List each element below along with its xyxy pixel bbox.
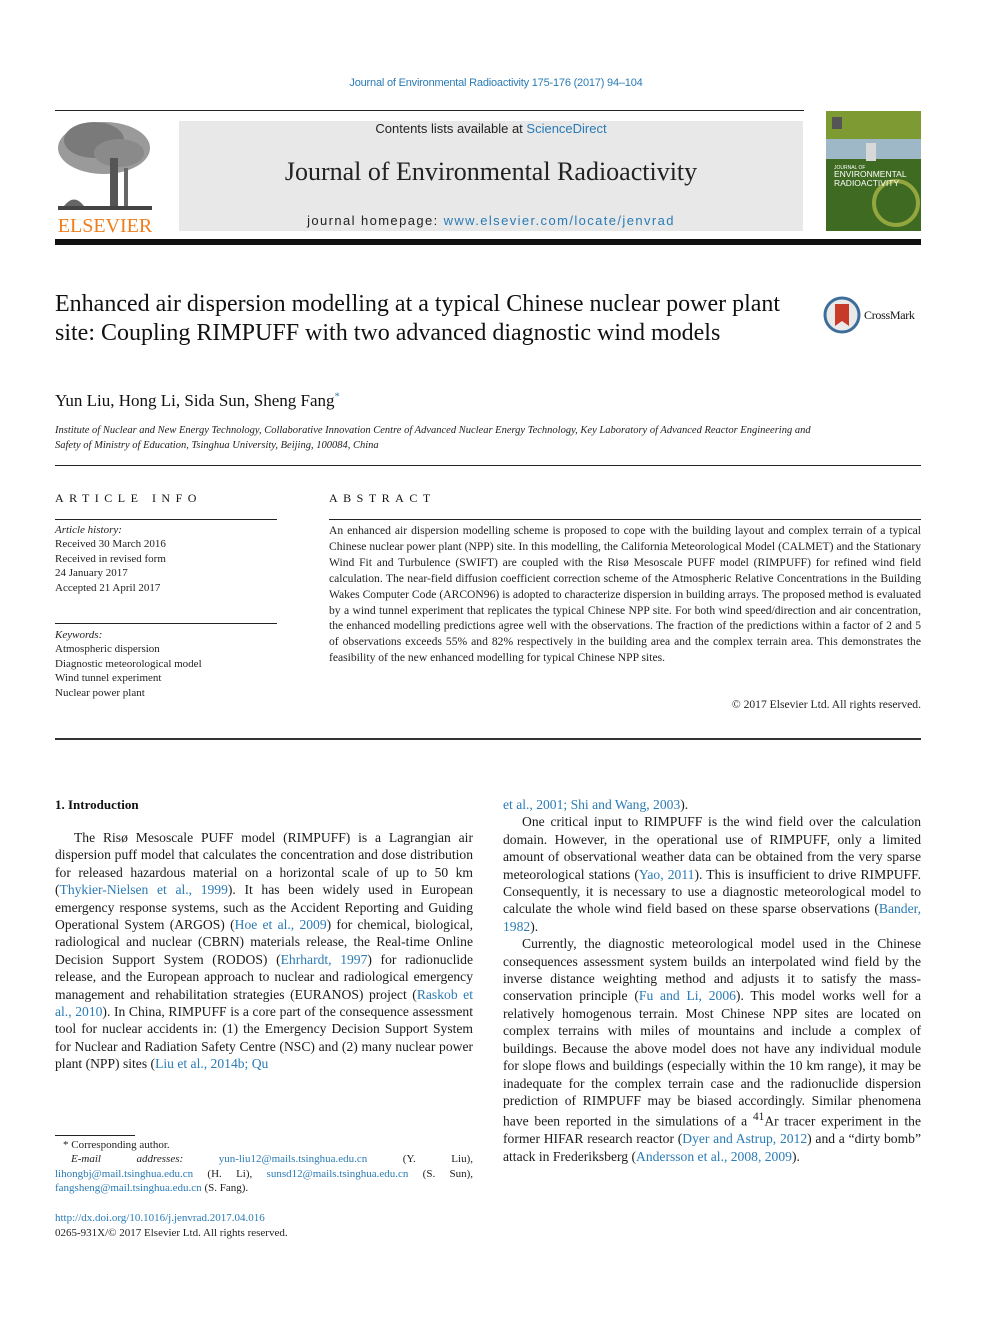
homepage-line: journal homepage: www.elsevier.com/locat…	[179, 213, 803, 228]
cover-title-line2: RADIOACTIVITY	[834, 178, 900, 188]
abstract-text: An enhanced air dispersion modelling sch…	[329, 524, 921, 665]
email-owner: (S. Fang).	[201, 1182, 249, 1195]
history-item: 24 January 2017	[55, 567, 128, 580]
issn-copyright: 0265-931X/© 2017 Elsevier Ltd. All right…	[55, 1226, 288, 1239]
journal-title: Journal of Environmental Radioactivity	[284, 157, 698, 186]
abstract-rule	[329, 519, 921, 520]
body-column-left: The Risø Mesoscale PUFF model (RIMPUFF) …	[55, 829, 473, 1073]
keyword-item: Diagnostic meteorological model	[55, 657, 202, 670]
journal-banner: Contents lists available at ScienceDirec…	[179, 121, 803, 231]
body-column-right: et al., 2001; Shi and Wang, 2003). One c…	[503, 796, 921, 1165]
corresponding-author-mark[interactable]: *	[335, 391, 340, 402]
email-owner: (S. Sun),	[408, 1167, 474, 1180]
citation-link[interactable]: Ehrhardt, 1997	[281, 952, 368, 967]
body-rule	[55, 738, 921, 740]
abstract-copyright: © 2017 Elsevier Ltd. All rights reserved…	[731, 698, 921, 711]
elsevier-wordmark: ELSEVIER	[58, 215, 153, 236]
email-owner: (Y. Liu),	[367, 1153, 473, 1166]
history-item: Received 30 March 2016	[55, 538, 166, 551]
superscript: 41	[752, 1111, 765, 1124]
citation-link[interactable]: Liu et al., 2014b; Qu	[155, 1056, 268, 1071]
abstract-heading: ABSTRACT	[329, 491, 436, 505]
citation-link[interactable]: Hoe et al., 2009	[235, 917, 327, 932]
body-text: ). This model works well for a relativel…	[503, 988, 921, 1129]
doi-block: http://dx.doi.org/10.1016/j.jenvrad.2017…	[55, 1211, 288, 1240]
article-info-rule	[55, 519, 277, 520]
keywords-label: Keywords:	[55, 629, 103, 641]
header-separator	[55, 465, 921, 466]
crossmark-label: CrossMark	[864, 308, 915, 322]
citation-link[interactable]: Yao, 2011	[639, 867, 695, 882]
homepage-prefix: journal homepage:	[307, 213, 444, 228]
body-text: ).	[530, 918, 539, 934]
citation-link[interactable]: et al., 2001; Shi and Wang, 2003	[503, 797, 680, 812]
body-text: ).	[680, 797, 689, 812]
email-link[interactable]: fangsheng@mail.tsinghua.edu.cn	[55, 1182, 202, 1194]
section-heading-introduction: 1. Introduction	[55, 797, 139, 812]
author-list: Yun Liu, Hong Li, Sida Sun, Sheng Fang*	[55, 391, 340, 411]
cover-image-icon: JOURNAL OF ENVIRONMENTAL RADIOACTIVITY	[826, 111, 921, 231]
top-rule	[55, 110, 804, 111]
journal-reference-link[interactable]: Journal of Environmental Radioactivity 1…	[0, 77, 992, 89]
email-owner: (H. Li),	[193, 1167, 267, 1180]
article-history: Article history: Received 30 March 2016 …	[55, 523, 166, 595]
email-addresses: E-mail addresses: yun-liu12@mails.tsingh…	[55, 1152, 473, 1195]
article-info-heading: ARTICLE INFO	[55, 491, 202, 505]
keywords: Keywords: Atmospheric dispersion Diagnos…	[55, 628, 202, 700]
authors-names: Yun Liu, Hong Li, Sida Sun, Sheng Fang	[55, 391, 335, 410]
keywords-rule	[55, 623, 277, 624]
crossmark-button[interactable]: CrossMark	[823, 296, 923, 336]
keyword-item: Nuclear power plant	[55, 686, 145, 699]
intro-paragraph: Currently, the diagnostic meteorological…	[503, 935, 921, 1165]
citation-link[interactable]: Andersson et al., 2008, 2009	[636, 1149, 792, 1164]
history-item: Accepted 21 April 2017	[55, 581, 161, 594]
article-title: Enhanced air dispersion modelling at a t…	[55, 291, 781, 346]
corresponding-author-note: * Corresponding author.	[63, 1139, 170, 1151]
sciencedirect-link[interactable]: ScienceDirect	[526, 121, 606, 136]
masthead-thick-rule	[55, 239, 921, 245]
footnote-rule	[55, 1135, 135, 1136]
contents-line: Contents lists available at ScienceDirec…	[179, 121, 803, 136]
crossmark-icon	[823, 296, 861, 334]
keyword-item: Wind tunnel experiment	[55, 672, 162, 685]
affiliation: Institute of Nuclear and New Energy Tech…	[55, 425, 811, 451]
elsevier-tree-icon: ELSEVIER	[58, 122, 153, 237]
citation-link[interactable]: Dyer and Astrup, 2012	[682, 1131, 807, 1146]
email-link[interactable]: sunsd12@mails.tsinghua.edu.cn	[267, 1168, 409, 1180]
journal-cover-thumbnail[interactable]: JOURNAL OF ENVIRONMENTAL RADIOACTIVITY	[826, 111, 921, 231]
intro-paragraph: The Risø Mesoscale PUFF model (RIMPUFF) …	[55, 829, 473, 1073]
elsevier-logo[interactable]: ELSEVIER	[54, 118, 156, 237]
citation-link[interactable]: Fu and Li, 2006	[639, 988, 736, 1003]
footnotes: * Corresponding author. E-mail addresses…	[55, 1138, 473, 1196]
intro-paragraph-continued: et al., 2001; Shi and Wang, 2003).	[503, 796, 921, 813]
body-text: ).	[791, 1148, 800, 1164]
email-label: E-mail addresses:	[71, 1153, 219, 1166]
email-link[interactable]: lihongbj@mail.tsinghua.edu.cn	[55, 1168, 193, 1180]
history-label: Article history:	[55, 524, 122, 536]
citation-link[interactable]: Thykier-Nielsen et al., 1999	[60, 882, 228, 897]
email-link[interactable]: yun-liu12@mails.tsinghua.edu.cn	[219, 1153, 368, 1165]
homepage-link[interactable]: www.elsevier.com/locate/jenvrad	[444, 213, 675, 228]
history-item: Received in revised form	[55, 552, 166, 565]
intro-paragraph: One critical input to RIMPUFF is the win…	[503, 813, 921, 935]
contents-prefix: Contents lists available at	[375, 121, 527, 136]
doi-link[interactable]: http://dx.doi.org/10.1016/j.jenvrad.2017…	[55, 1212, 265, 1224]
keyword-item: Atmospheric dispersion	[55, 643, 160, 656]
